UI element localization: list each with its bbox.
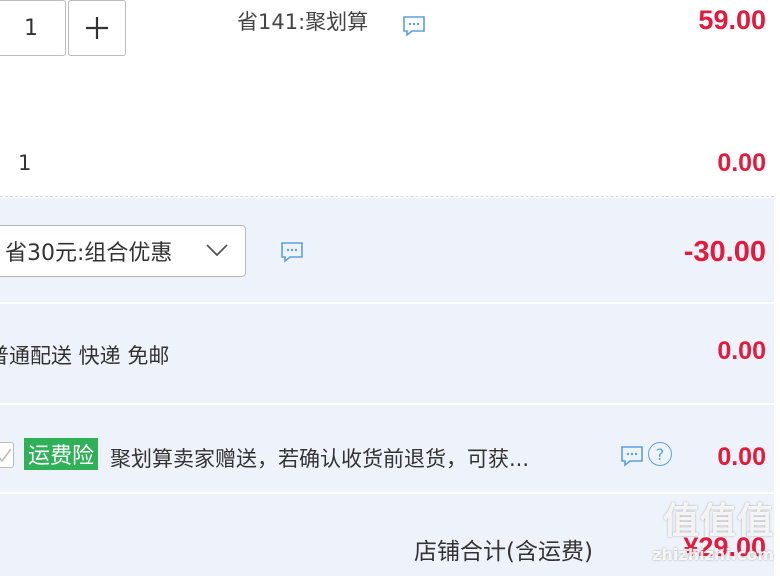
shop-total-label: 店铺合计(含运费) (414, 539, 593, 565)
discount-selected-value: 省30元:组合优惠 (5, 241, 173, 266)
dashed-divider (0, 196, 774, 197)
divider (0, 302, 774, 304)
divider (0, 403, 774, 405)
watermark-logo: 值值值 (662, 501, 774, 542)
shipping-price: 0.00 (717, 337, 766, 365)
plus-icon (86, 17, 108, 39)
item-price: 59.00 (698, 5, 766, 35)
insurance-badge: 运费险 (24, 438, 99, 470)
promo-text: 省141:聚划算 (237, 10, 369, 34)
shipping-method: 普通配送 快递 免邮 (0, 344, 170, 368)
gift-price: 0.00 (717, 149, 766, 177)
insurance-description: 聚划算卖家赠送，若确认收货前退货，可获... (110, 447, 530, 471)
quantity-input[interactable]: 1 (0, 0, 66, 56)
watermark-url: zhizhizhi.com (652, 545, 774, 564)
help-symbol: ? (655, 444, 665, 464)
check-icon (0, 448, 12, 463)
help-icon[interactable]: ? (648, 442, 672, 466)
gift-quantity: 1 (18, 151, 32, 175)
divider (0, 492, 774, 494)
insurance-checkbox[interactable] (0, 442, 14, 468)
quantity-value: 1 (24, 15, 38, 41)
watermark: 值值值 zhizhizhi.com (624, 500, 774, 576)
message-icon[interactable] (280, 240, 304, 264)
insurance-price: 0.00 (717, 443, 766, 471)
quantity-increase-button[interactable] (68, 0, 126, 56)
chevron-down-icon (206, 244, 228, 257)
discount-select[interactable]: 省30元:组合优惠 (0, 225, 246, 277)
message-icon[interactable] (402, 14, 426, 38)
discount-amount: -30.00 (683, 236, 766, 268)
message-icon[interactable] (620, 444, 644, 468)
